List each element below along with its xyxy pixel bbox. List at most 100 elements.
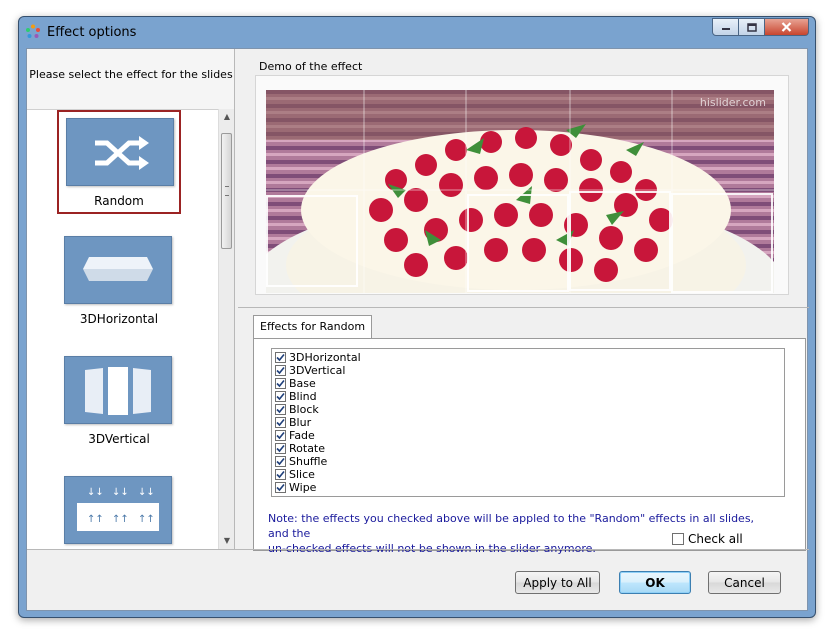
effect-checkbox-label: Wipe — [289, 481, 317, 494]
effect-checkbox-row[interactable]: Blind — [272, 390, 784, 403]
tab-effects-for-random[interactable]: Effects for Random — [253, 315, 373, 339]
effect-checkbox-row[interactable]: Fade — [272, 429, 784, 442]
checkmark-icon — [276, 457, 285, 466]
checkbox-box[interactable] — [275, 443, 286, 454]
effects-tab-panel: 3DHorizontal 3DVertical Base Blind Block Blur… — [253, 338, 806, 555]
apply-to-all-button[interactable]: Apply to All — [515, 571, 600, 594]
effect-checkbox-row[interactable]: 3DHorizontal — [272, 351, 784, 364]
close-button[interactable] — [765, 18, 809, 36]
demo-divider — [238, 307, 809, 308]
scroll-up-icon[interactable]: ▲ — [219, 109, 235, 125]
effect-label: Random — [94, 194, 144, 208]
demo-label: Demo of the effect — [259, 60, 363, 73]
svg-text:↑↑: ↑↑ — [112, 514, 129, 525]
checkbox-box[interactable] — [275, 482, 286, 493]
checkmark-icon — [276, 379, 285, 388]
ok-button[interactable]: OK — [619, 571, 691, 594]
effect-label: 3DHorizontal — [79, 312, 159, 326]
effects-checklist: 3DHorizontal 3DVertical Base Blind Block Blur… — [271, 348, 785, 497]
checkmark-icon — [276, 483, 285, 492]
effect-checkbox-row[interactable]: Wipe — [272, 481, 784, 494]
checkmark-icon — [276, 353, 285, 362]
effect-thumbnail-blind: ↓↓ ↓↓ ↓↓ ↑↑ ↑↑ ↑↑ — [64, 476, 172, 544]
effect-checkbox-row[interactable]: Blur — [272, 416, 784, 429]
minimize-button[interactable] — [712, 18, 739, 36]
checkmark-icon — [276, 392, 285, 401]
svg-text:↑↑: ↑↑ — [87, 514, 104, 525]
effect-item-blind[interactable]: ↓↓ ↓↓ ↓↓ ↑↑ ↑↑ ↑↑ — [57, 470, 181, 550]
effect-checkbox-row[interactable]: Shuffle — [272, 455, 784, 468]
checkmark-icon — [276, 405, 285, 414]
checkbox-box[interactable] — [275, 469, 286, 480]
effect-item-3dvertical[interactable]: 3DVertical — [57, 350, 181, 454]
effect-checkbox-label: 3DVertical — [289, 364, 346, 377]
dialog-client-area: Please select the effect for the slides … — [26, 48, 809, 611]
effect-checkbox-row[interactable]: Base — [272, 377, 784, 390]
effect-checkbox-label: Fade — [289, 429, 315, 442]
checkmark-icon — [276, 470, 285, 479]
check-all-label: Check all — [688, 532, 743, 546]
effect-thumbnail-random — [66, 118, 174, 186]
3d-vertical-icon — [85, 367, 151, 415]
checkbox-box[interactable] — [275, 417, 286, 428]
effect-checkbox-row[interactable]: Slice — [272, 468, 784, 481]
demo-image: hislider.com — [266, 90, 774, 293]
effect-list-scrollbar[interactable]: ▲ ▼ — [218, 109, 234, 549]
check-all-checkbox[interactable]: Check all — [672, 532, 743, 546]
effect-selector-panel: Please select the effect for the slides … — [27, 49, 235, 550]
effect-checkbox-label: Base — [289, 377, 316, 390]
effect-thumbnail-3dhorizontal — [64, 236, 172, 304]
3d-horizontal-icon — [83, 257, 153, 281]
title-bar[interactable]: Effect options — [19, 17, 815, 47]
app-icon — [26, 24, 40, 38]
maximize-button[interactable] — [739, 18, 765, 36]
effect-item-random[interactable]: Random — [57, 110, 181, 214]
window-title: Effect options — [47, 25, 137, 40]
effect-label: 3DVertical — [88, 432, 150, 446]
svg-text:↑↑: ↑↑ — [138, 514, 155, 525]
checkmark-icon — [276, 366, 285, 375]
effect-thumbnail-3dvertical — [64, 356, 172, 424]
effect-checkbox-row[interactable]: Block — [272, 403, 784, 416]
checkbox-box[interactable] — [275, 365, 286, 376]
effect-checkbox-row[interactable]: Rotate — [272, 442, 784, 455]
effect-checkbox-label: Shuffle — [289, 455, 328, 468]
svg-text:↓↓: ↓↓ — [87, 487, 104, 498]
scroll-down-icon[interactable]: ▼ — [219, 533, 235, 549]
svg-text:↓↓: ↓↓ — [112, 487, 129, 498]
checkbox-box[interactable] — [275, 456, 286, 467]
effect-list[interactable]: Random 3DHorizontal 3DVertical ↓↓ ↓↓ ↓↓ … — [27, 109, 218, 550]
maximize-icon — [746, 22, 757, 32]
close-icon — [781, 22, 792, 32]
blind-effect-icon: ↓↓ ↓↓ ↓↓ ↑↑ ↑↑ ↑↑ — [77, 487, 159, 531]
checkmark-icon — [276, 431, 285, 440]
effect-checkbox-label: Blind — [289, 390, 317, 403]
effect-checkbox-label: 3DHorizontal — [289, 351, 361, 364]
effect-checkbox-label: Block — [289, 403, 319, 416]
svg-text:↓↓: ↓↓ — [138, 487, 155, 498]
checkmark-icon — [276, 418, 285, 427]
cancel-button[interactable]: Cancel — [708, 571, 781, 594]
effect-prompt: Please select the effect for the slides — [29, 68, 233, 81]
checkbox-box[interactable] — [275, 430, 286, 441]
effect-checkbox-label: Slice — [289, 468, 315, 481]
checkbox-box[interactable] — [275, 391, 286, 402]
scroll-thumb[interactable] — [221, 133, 232, 249]
demo-watermark: hislider.com — [699, 96, 766, 109]
raspberry-cake-photo — [266, 90, 774, 293]
button-bar-divider — [27, 549, 809, 550]
checkbox-box[interactable] — [275, 378, 286, 389]
effect-options-window: Effect options Please select the effect … — [18, 16, 816, 618]
minimize-icon — [721, 28, 730, 30]
checkbox-box[interactable] — [275, 404, 286, 415]
grip-icon — [225, 186, 229, 196]
effect-checkbox-label: Blur — [289, 416, 312, 429]
effect-item-3dhorizontal[interactable]: 3DHorizontal — [57, 230, 181, 334]
effect-checkbox-label: Rotate — [289, 442, 326, 455]
checkbox-box[interactable] — [672, 533, 684, 545]
checkmark-icon — [276, 444, 285, 453]
shuffle-icon — [95, 136, 149, 170]
effect-checkbox-row[interactable]: 3DVertical — [272, 364, 784, 377]
demo-frame: hislider.com — [255, 75, 789, 295]
checkbox-box[interactable] — [275, 352, 286, 363]
